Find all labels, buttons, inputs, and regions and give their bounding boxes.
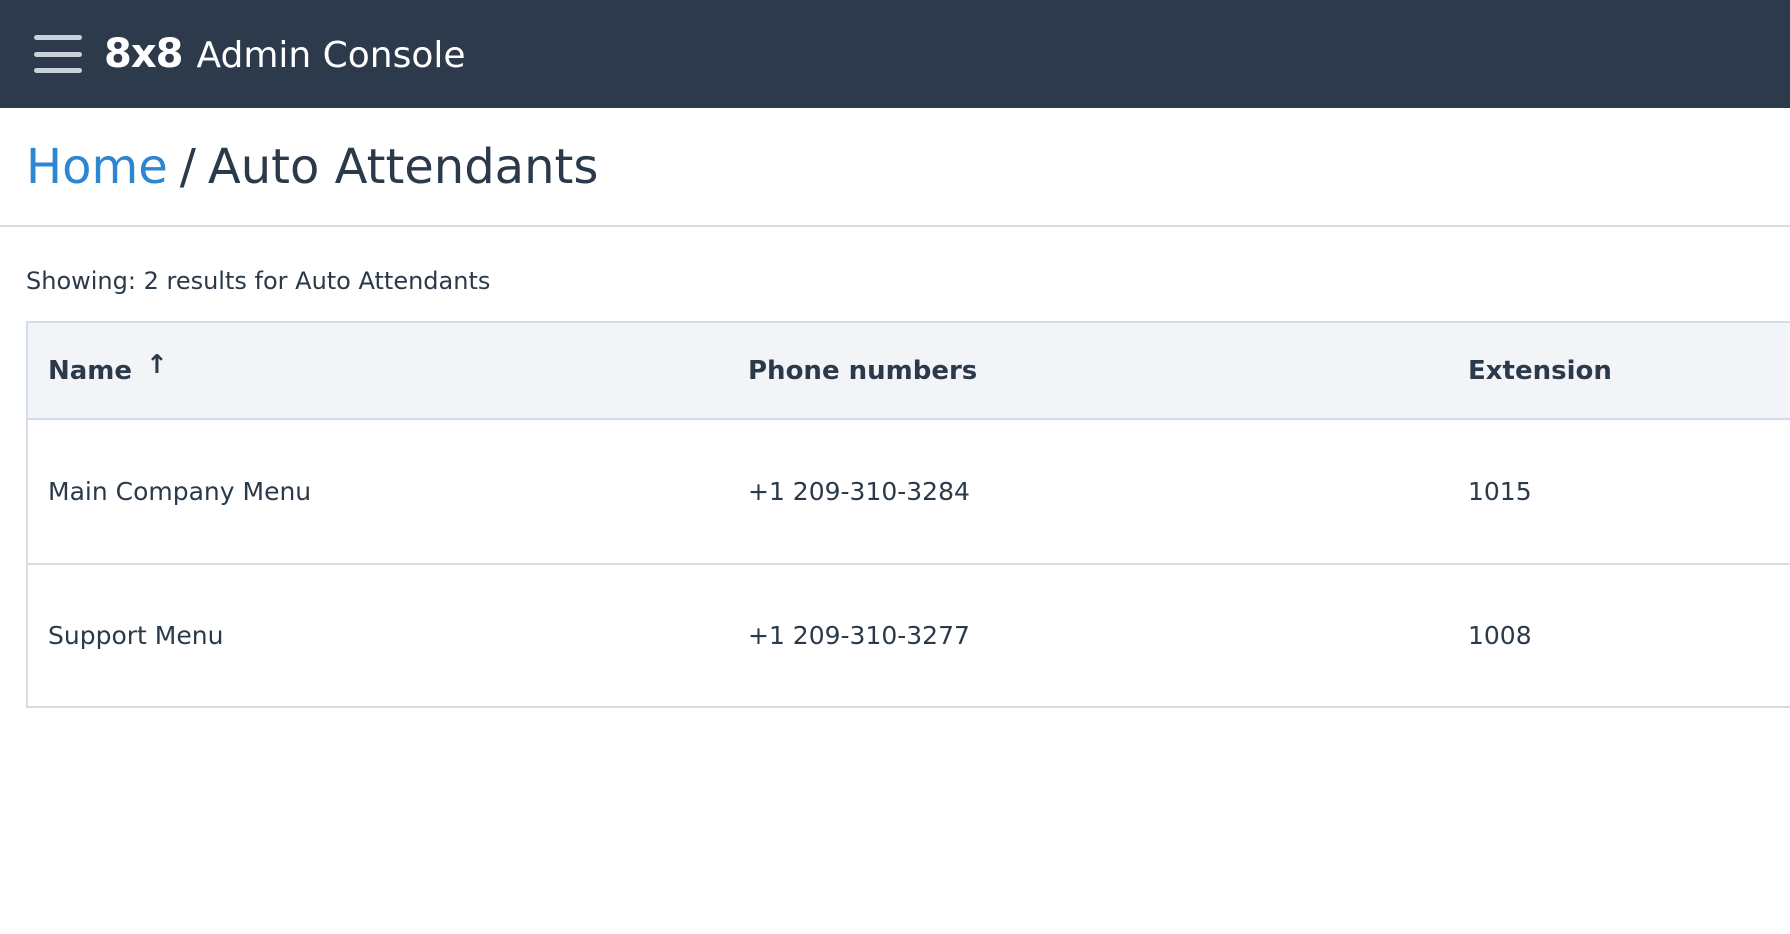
cell-extension: 1008 [1468, 621, 1532, 650]
hamburger-line [34, 35, 82, 40]
cell-name[interactable]: Support Menu [28, 621, 748, 650]
top-navigation-bar: 8x8 Admin Console [0, 0, 1790, 108]
table-row[interactable]: Support Menu +1 209-310-3277 1008 [28, 563, 1790, 706]
cell-phone: +1 209-310-3277 [748, 621, 970, 650]
cell-phone: +1 209-310-3284 [748, 477, 970, 506]
column-header-name[interactable]: Name ↑ [28, 350, 748, 386]
breadcrumb-separator: / [179, 138, 196, 195]
brand[interactable]: 8x8 Admin Console [104, 31, 466, 77]
auto-attendants-table: Name ↑ Phone numbers Extension Main Compa… [26, 321, 1790, 708]
results-count: Showing: 2 results for Auto Attendants [26, 267, 491, 295]
column-header-phone[interactable]: Phone numbers [748, 356, 1468, 386]
hamburger-menu-icon[interactable] [34, 35, 82, 73]
hamburger-line [34, 51, 82, 57]
column-header-name-label: Name [48, 355, 133, 386]
breadcrumb-current-page: Auto Attendants [207, 138, 599, 195]
hamburger-line [34, 68, 82, 73]
table-row[interactable]: Main Company Menu +1 209-310-3284 1015 [28, 420, 1790, 563]
arrow-up-icon[interactable]: ↑ [146, 350, 168, 380]
breadcrumb: Home / Auto Attendants [0, 108, 1790, 227]
table-header-row: Name ↑ Phone numbers Extension [28, 323, 1790, 420]
brand-logo: 8x8 [104, 31, 183, 77]
cell-name[interactable]: Main Company Menu [28, 477, 748, 506]
column-header-extension[interactable]: Extension [1468, 356, 1788, 386]
breadcrumb-home-link[interactable]: Home [26, 139, 168, 195]
app-title: Admin Console [196, 35, 466, 76]
cell-extension: 1015 [1468, 477, 1532, 506]
